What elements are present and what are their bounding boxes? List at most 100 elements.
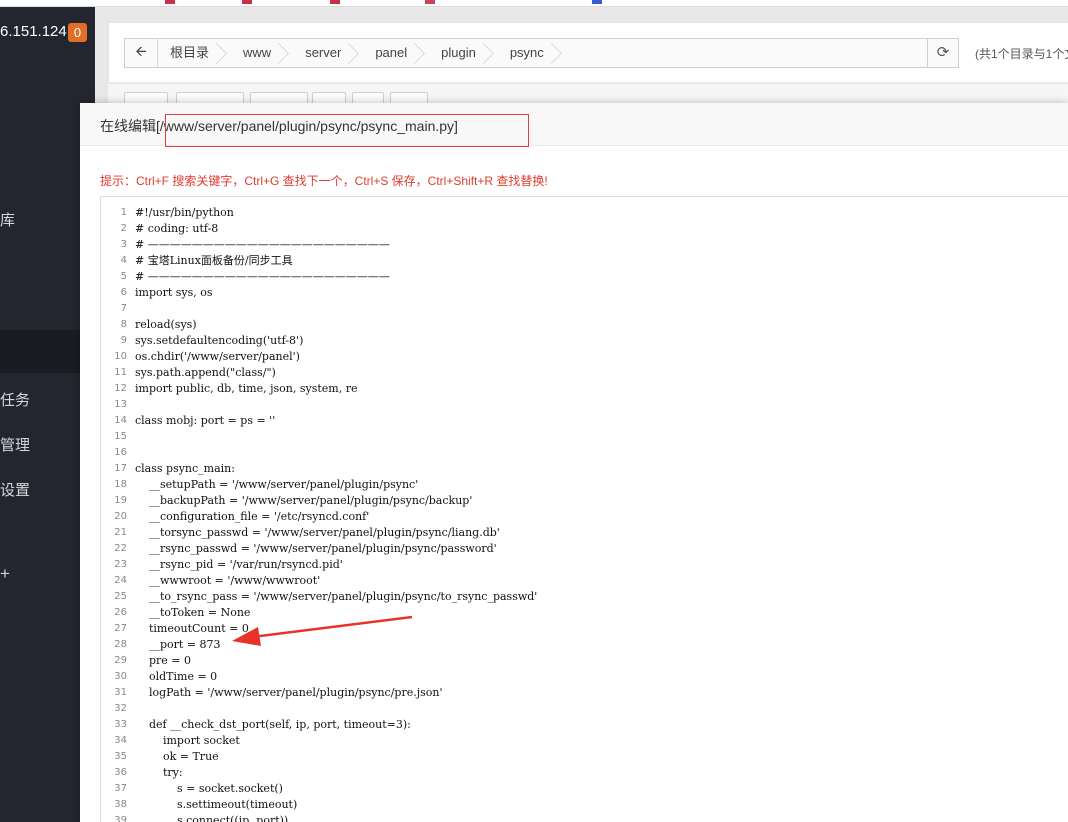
line-number: 35 [114, 751, 127, 762]
line-number: 1 [120, 207, 127, 218]
code-text: __backupPath = '/www/server/panel/plugin… [135, 494, 473, 507]
code-line[interactable]: 12 import public, db, time, json, system,… [101, 381, 1068, 397]
code-line[interactable]: 10 os.chdir('/www/server/panel') [101, 349, 1068, 365]
add-icon[interactable]: + [0, 564, 10, 584]
breadcrumb-item[interactable]: plugin [429, 39, 498, 67]
code-text: import sys, os [135, 286, 213, 299]
code-line[interactable]: 16 [101, 445, 1068, 461]
line-number: 21 [114, 527, 127, 538]
code-line[interactable]: 37 s = socket.socket() [101, 781, 1068, 797]
notification-badge[interactable]: 0 [68, 23, 87, 42]
line-number: 17 [114, 463, 127, 474]
line-number: 9 [120, 335, 127, 346]
sidebar-item-settings[interactable]: 设置 [0, 479, 30, 500]
line-number: 20 [114, 511, 127, 522]
code-line[interactable]: 22 __rsync_passwd = '/www/server/panel/p… [101, 541, 1068, 557]
line-number: 31 [114, 687, 127, 698]
shortcut-tip: 提示：Ctrl+F 搜索关键字，Ctrl+G 查找下一个，Ctrl+S 保存，C… [100, 174, 548, 188]
code-line[interactable]: 31 logPath = '/www/server/panel/plugin/p… [101, 685, 1068, 701]
line-number: 6 [120, 287, 127, 298]
code-line[interactable]: 32 [101, 701, 1068, 717]
line-number: 16 [114, 447, 127, 458]
code-text: oldTime = 0 [135, 670, 218, 683]
code-text: __torsync_passwd = '/www/server/panel/pl… [135, 526, 500, 539]
sidebar-item-cron[interactable]: 任务 [0, 389, 30, 410]
code-line[interactable]: 4 # 宝塔Linux面板备份/同步工具 [101, 253, 1068, 269]
line-number: 13 [114, 399, 127, 410]
code-line[interactable]: 33 def __check_dst_port(self, ip, port, … [101, 717, 1068, 733]
code-line[interactable]: 28 __port = 873 [101, 637, 1068, 653]
code-line[interactable]: 39 s.connect((ip, port)) [101, 813, 1068, 822]
line-number: 24 [114, 575, 127, 586]
code-text: sys.path.append("class/") [135, 366, 276, 379]
code-line[interactable]: 27 timeoutCount = 0 [101, 621, 1068, 637]
line-number: 14 [114, 415, 127, 426]
code-text: timeoutCount = 0 [135, 622, 249, 635]
code-line[interactable]: 25 __to_rsync_pass = '/www/server/panel/… [101, 589, 1068, 605]
code-text: __rsync_passwd = '/www/server/panel/plug… [135, 542, 497, 555]
code-line[interactable]: 5 # —————————————————————— [101, 269, 1068, 285]
breadcrumb-item[interactable]: 根目录 [158, 39, 231, 67]
code-line[interactable]: 21 __torsync_passwd = '/www/server/panel… [101, 525, 1068, 541]
sidebar-item-database[interactable]: 库 [0, 209, 15, 230]
code-line[interactable]: 35 ok = True [101, 749, 1068, 765]
code-line[interactable]: 2 # coding: utf-8 [101, 221, 1068, 237]
code-line[interactable]: 6 import sys, os [101, 285, 1068, 301]
line-number: 3 [120, 239, 127, 250]
code-text: sys.setdefaultencoding('utf-8') [135, 334, 304, 347]
line-number: 33 [114, 719, 127, 730]
code-text: class mobj: port = ps = '' [135, 414, 276, 427]
code-line[interactable]: 23 __rsync_pid = '/var/run/rsyncd.pid' [101, 557, 1068, 573]
line-number: 30 [114, 671, 127, 682]
code-line[interactable]: 13 [101, 397, 1068, 413]
code-line[interactable]: 29 pre = 0 [101, 653, 1068, 669]
breadcrumb-item[interactable]: panel [363, 39, 429, 67]
code-line[interactable]: 3 # —————————————————————— [101, 237, 1068, 253]
code-line[interactable]: 15 [101, 429, 1068, 445]
back-arrow-icon[interactable]: 🡨 [125, 39, 158, 67]
code-line[interactable]: 34 import socket [101, 733, 1068, 749]
breadcrumb-item[interactable]: psync [498, 39, 566, 67]
code-line[interactable]: 14 class mobj: port = ps = '' [101, 413, 1068, 429]
line-number: 8 [120, 319, 127, 330]
code-line[interactable]: 18 __setupPath = '/www/server/panel/plug… [101, 477, 1068, 493]
sidebar-item-software[interactable]: 管理 [0, 434, 30, 455]
code-text: reload(sys) [135, 318, 197, 331]
code-line[interactable]: 11 sys.path.append("class/") [101, 365, 1068, 381]
line-number: 18 [114, 479, 127, 490]
code-line[interactable]: 26 __toToken = None [101, 605, 1068, 621]
dialog-title-prefix: 在线编辑 [100, 118, 156, 134]
code-line[interactable]: 20 __configuration_file = '/etc/rsyncd.c… [101, 509, 1068, 525]
code-line[interactable]: 1 #!/usr/bin/python [101, 205, 1068, 221]
line-number: 11 [114, 367, 127, 378]
code-line[interactable]: 17 class psync_main: [101, 461, 1068, 477]
breadcrumb-item[interactable]: server [293, 39, 363, 67]
code-line[interactable]: 38 s.settimeout(timeout) [101, 797, 1068, 813]
directory-count: (共1个目录与1个文 [975, 47, 1068, 61]
line-number: 39 [114, 815, 127, 822]
code-line[interactable]: 19 __backupPath = '/www/server/panel/plu… [101, 493, 1068, 509]
code-text: s.connect((ip, port)) [135, 814, 289, 822]
code-line[interactable]: 36 try: [101, 765, 1068, 781]
line-number: 19 [114, 495, 127, 506]
breadcrumb-item[interactable]: www [231, 39, 293, 67]
line-number: 2 [120, 223, 127, 234]
line-number: 15 [114, 431, 127, 442]
code-line[interactable]: 30 oldTime = 0 [101, 669, 1068, 685]
code-line[interactable]: 9 sys.setdefaultencoding('utf-8') [101, 333, 1068, 349]
code-text: os.chdir('/www/server/panel') [135, 350, 300, 363]
code-line[interactable]: 8 reload(sys) [101, 317, 1068, 333]
code-text: # —————————————————————— [135, 270, 390, 283]
line-number: 38 [114, 799, 127, 810]
code-text: class psync_main: [135, 462, 235, 475]
code-text: def __check_dst_port(self, ip, port, tim… [135, 718, 411, 731]
line-number: 37 [114, 783, 127, 794]
line-number: 23 [114, 559, 127, 570]
refresh-icon[interactable]: ⟳ [928, 38, 959, 68]
code-line[interactable]: 24 __wwwroot = '/www/wwwroot' [101, 573, 1068, 589]
code-text: import socket [135, 734, 240, 747]
code-editor[interactable]: 1 #!/usr/bin/python 2 # coding: utf-8 3 # ———… [100, 196, 1068, 822]
code-line[interactable]: 7 [101, 301, 1068, 317]
code-text: s.settimeout(timeout) [135, 798, 298, 811]
line-number: 5 [120, 271, 127, 282]
